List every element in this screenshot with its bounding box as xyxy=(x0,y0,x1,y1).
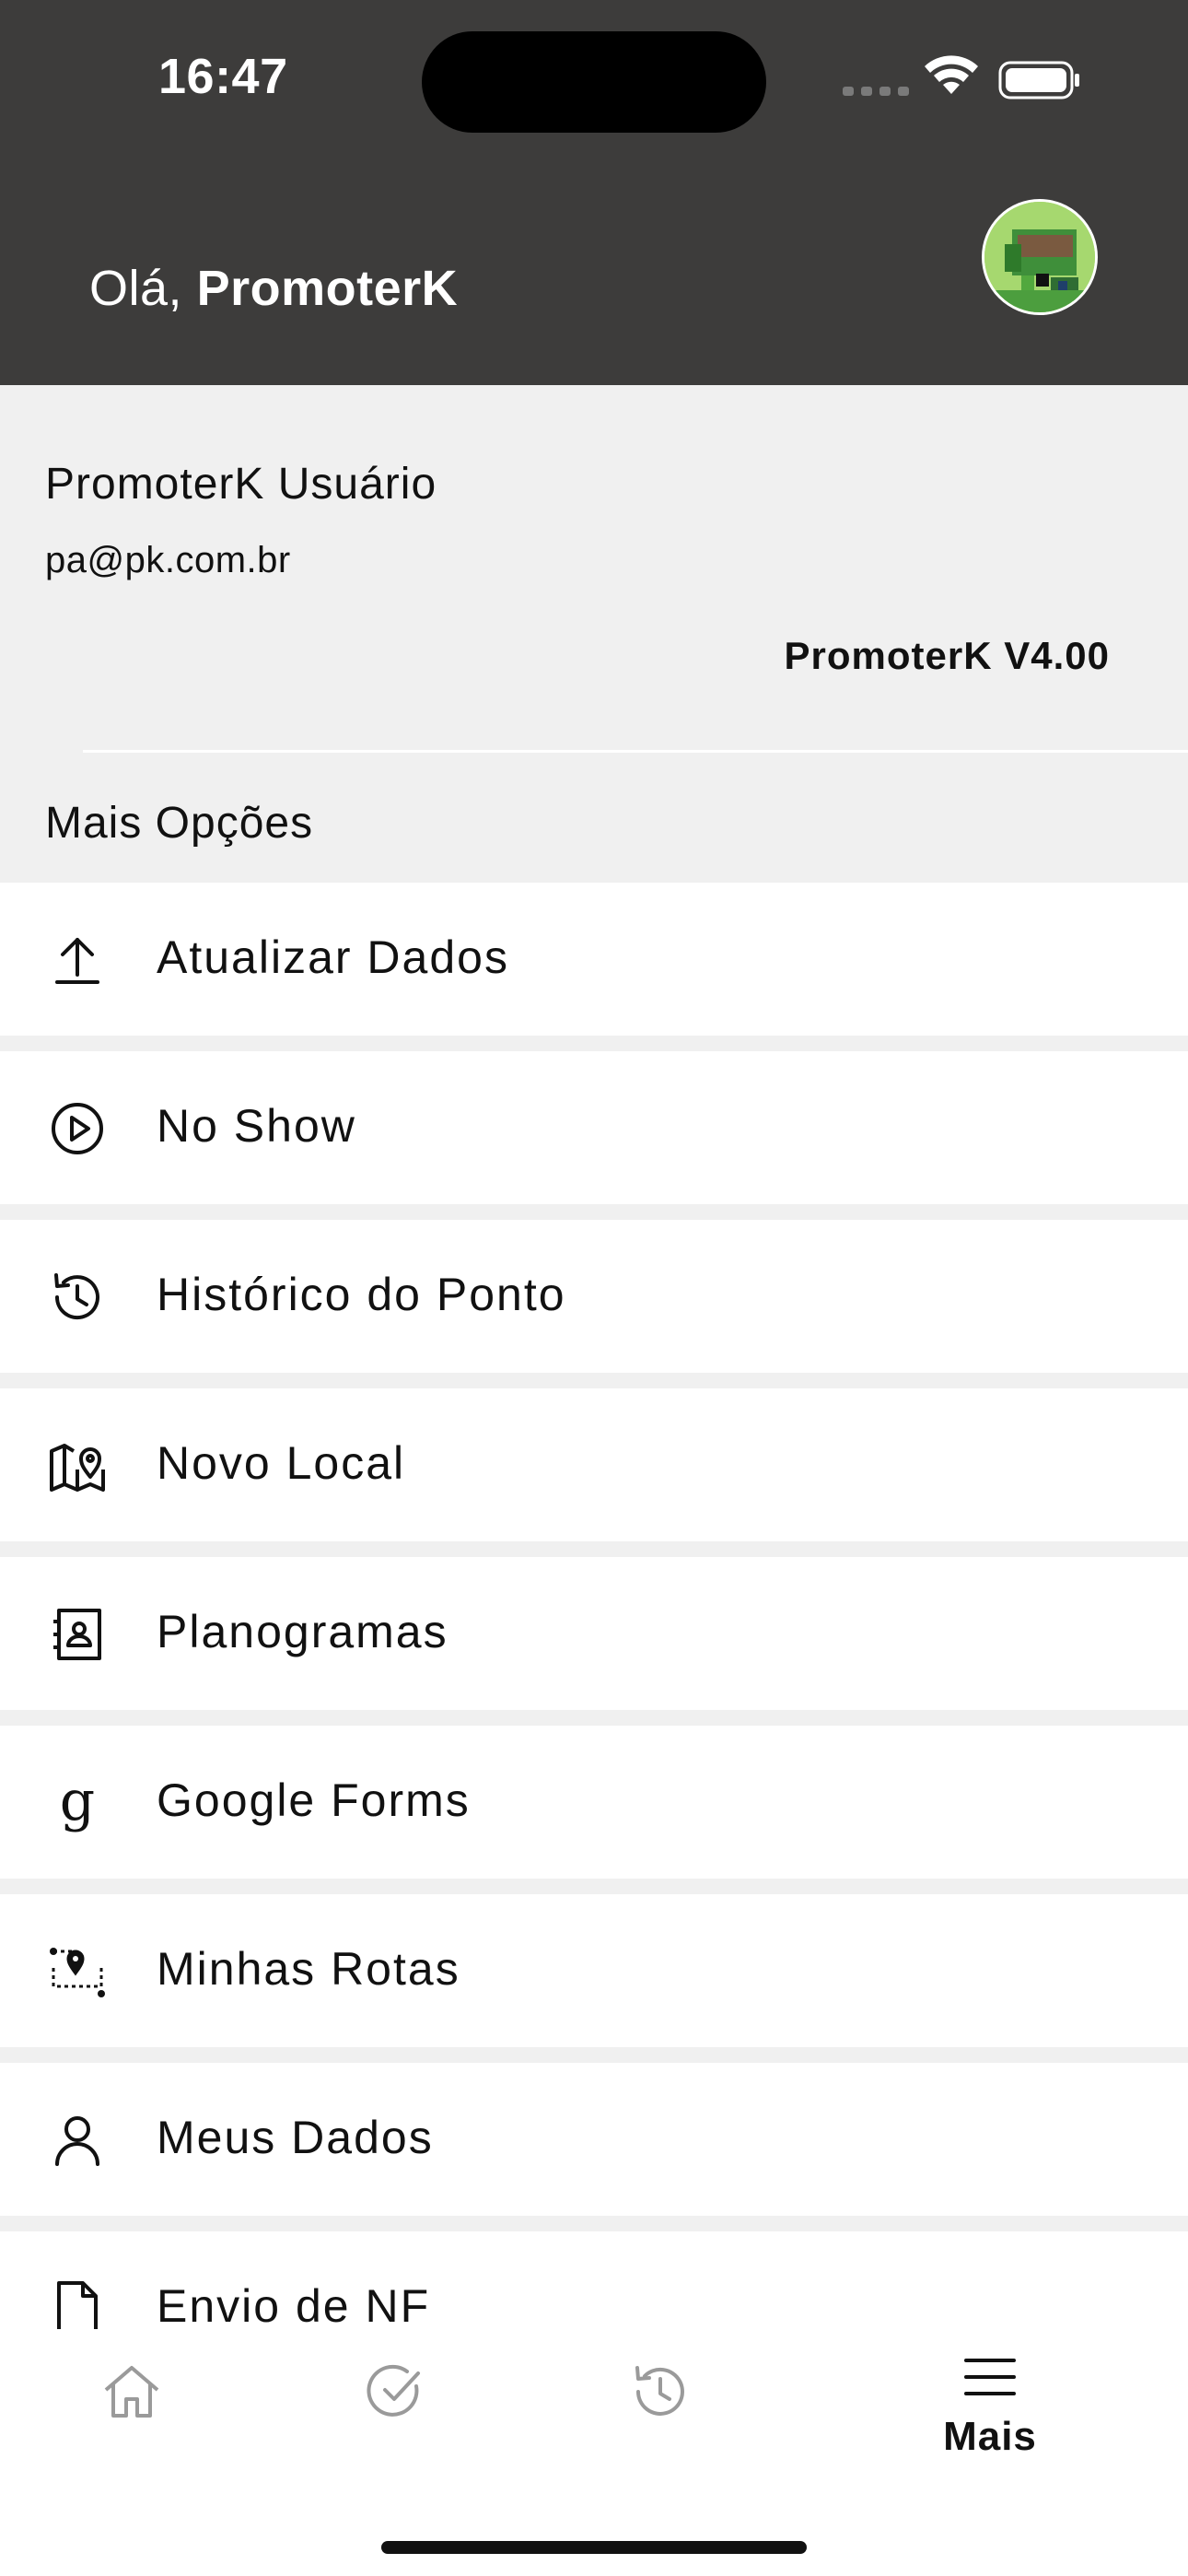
menu-item-label: Meus Dados xyxy=(157,2112,434,2163)
menu-item-google-forms[interactable]: g Google Forms xyxy=(0,1726,1188,1879)
options-list[interactable]: Atualizar Dados No Show Histórico do Pon… xyxy=(0,883,1188,2329)
menu-item-label: Planogramas xyxy=(157,1606,448,1657)
menu-item-label: Envio de NF xyxy=(157,2280,431,2329)
battery-icon xyxy=(998,61,1079,100)
menu-item-no-show[interactable]: No Show xyxy=(0,1051,1188,1204)
divider xyxy=(83,750,1188,753)
menu-item-label: No Show xyxy=(157,1100,356,1152)
google-g-icon: g xyxy=(60,1774,95,1832)
tab-bar: Mais xyxy=(0,2329,1188,2576)
menu-item-novo-local[interactable]: Novo Local xyxy=(0,1388,1188,1541)
svg-text:g: g xyxy=(60,1774,95,1832)
avatar-image xyxy=(984,202,1095,312)
menu-item-label: Google Forms xyxy=(157,1774,471,1826)
history-icon xyxy=(635,2366,684,2416)
tab-home[interactable] xyxy=(40,2329,224,2476)
menu-item-meus-dados[interactable]: Meus Dados xyxy=(0,2063,1188,2216)
profile-name: PromoterK Usuário xyxy=(45,460,437,509)
menu-item-historico-do-ponto[interactable]: Histórico do Ponto xyxy=(0,1220,1188,1373)
app-header: 16:47 Olá, PromoterK xyxy=(0,0,1188,385)
app-version: PromoterK V4.00 xyxy=(784,634,1110,677)
history-icon xyxy=(54,1273,99,1320)
menu-item-minhas-rotas[interactable]: Minhas Rotas xyxy=(0,1894,1188,2047)
menu-item-label: Histórico do Ponto xyxy=(157,1269,566,1320)
tab-label: Mais xyxy=(943,2414,1037,2459)
section-title: Mais Opções xyxy=(45,799,314,848)
profile-email: pa@pk.com.br xyxy=(45,540,291,580)
user-icon xyxy=(55,2116,99,2166)
menu-item-label: Atualizar Dados xyxy=(157,931,509,983)
status-icons xyxy=(843,55,1079,100)
greeting-prefix: Olá, xyxy=(89,261,183,316)
tab-check[interactable] xyxy=(304,2329,488,2476)
upload-icon xyxy=(55,938,99,984)
wifi-icon xyxy=(925,55,978,94)
profile-panel: PromoterK Usuário pa@pk.com.br PromoterK… xyxy=(0,385,1188,883)
menu-icon xyxy=(964,2359,1016,2395)
play-circle-icon xyxy=(52,1103,103,1154)
tab-history[interactable] xyxy=(568,2329,752,2476)
signal-icon xyxy=(843,87,909,96)
menu-item-label: Minhas Rotas xyxy=(157,1943,460,1995)
tab-more[interactable]: Mais xyxy=(898,2329,1082,2476)
file-icon xyxy=(57,2281,98,2329)
menu-item-planogramas[interactable]: Planogramas xyxy=(0,1557,1188,1710)
home-indicator xyxy=(381,2541,807,2554)
check-circle-icon xyxy=(367,2364,420,2417)
avatar[interactable] xyxy=(982,199,1098,315)
menu-item-atualizar-dados[interactable]: Atualizar Dados xyxy=(0,883,1188,1036)
route-icon xyxy=(50,1948,105,1997)
map-pin-icon xyxy=(50,1444,105,1492)
home-icon xyxy=(104,2366,159,2418)
greeting: Olá, PromoterK xyxy=(89,260,458,317)
contact-book-icon xyxy=(53,1609,101,1660)
menu-item-label: Novo Local xyxy=(157,1437,406,1489)
status-time: 16:47 xyxy=(158,49,288,104)
greeting-name: PromoterK xyxy=(196,261,459,316)
dynamic-island xyxy=(422,31,766,133)
menu-item-envio-de-nf[interactable]: Envio de NF xyxy=(0,2231,1188,2329)
